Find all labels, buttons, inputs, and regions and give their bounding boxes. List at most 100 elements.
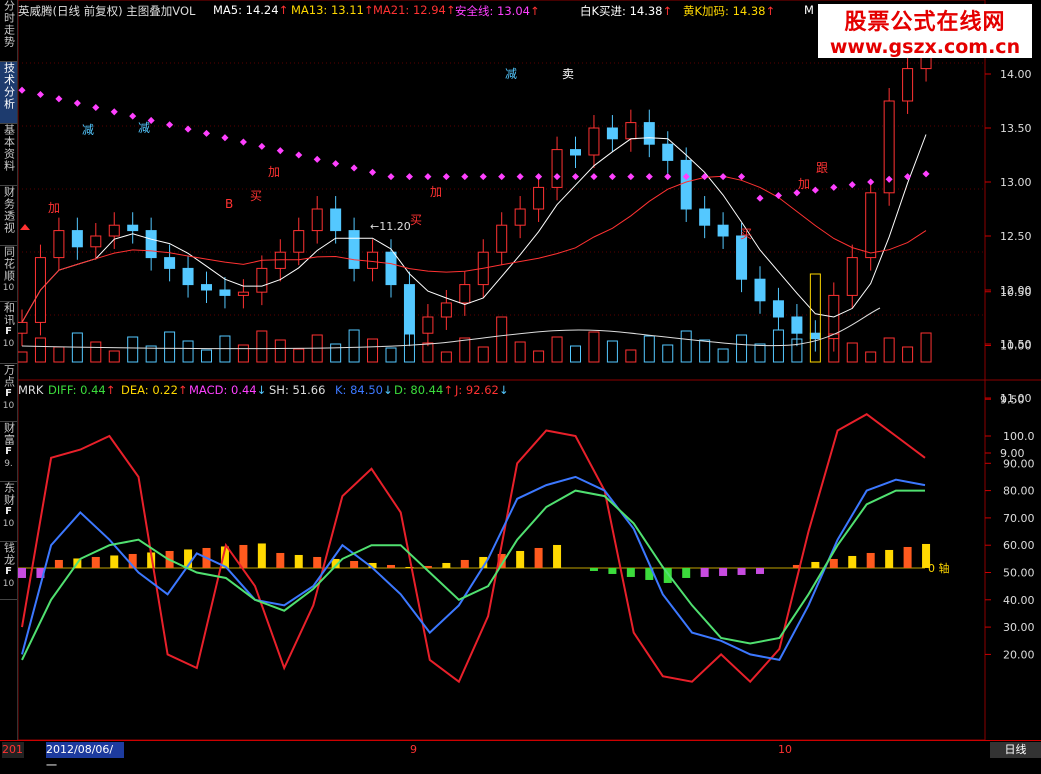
sidebar-tab-f: F bbox=[5, 326, 12, 337]
current-date-label[interactable]: 2012/08/06/一 bbox=[46, 742, 124, 772]
volume-bar bbox=[754, 343, 766, 363]
sidebar-tab-num: 10 bbox=[2, 579, 15, 589]
candle-body bbox=[237, 291, 249, 296]
sidebar-tab-5[interactable]: 和讯 F 10 bbox=[0, 302, 17, 364]
candle-body bbox=[533, 186, 545, 210]
candle-body bbox=[846, 257, 858, 296]
safe-dot bbox=[73, 99, 81, 107]
safe-dot bbox=[719, 173, 727, 181]
macd-bar bbox=[54, 559, 63, 568]
sidebar-tab-3[interactable]: 财务透视 bbox=[0, 186, 17, 246]
sidebar-tab-4[interactable]: 同花顺 10 bbox=[0, 246, 17, 302]
safe-dot bbox=[627, 173, 635, 181]
volume-bar bbox=[477, 346, 489, 363]
volume-bar bbox=[606, 340, 618, 363]
safe-dot bbox=[571, 173, 580, 181]
sidebar-tab-f: F bbox=[5, 506, 12, 517]
date-scroll-bar[interactable]: 201 2012/08/06/一 9 10 日线 bbox=[0, 740, 1041, 772]
safe-dot bbox=[350, 164, 358, 172]
candle-body bbox=[865, 192, 877, 259]
indicator-axis: 100.0 90.00 80.00 70.00 60.00 50.00 40.00 30.00… bbox=[985, 430, 1035, 661]
macd-bar bbox=[91, 556, 100, 568]
volume-bar bbox=[348, 329, 360, 363]
candle-body bbox=[588, 127, 600, 156]
sidebar-tab-2[interactable]: 基本资料 bbox=[0, 124, 17, 186]
signal-buy: 买 bbox=[410, 213, 422, 227]
macd-bar bbox=[719, 567, 728, 576]
safe-dot bbox=[590, 173, 598, 181]
watermark-title: 股票公式在线网 bbox=[844, 10, 1006, 35]
sidebar-tab-num: 9. bbox=[4, 459, 13, 469]
candle-body bbox=[108, 224, 120, 237]
safe-dot bbox=[55, 95, 63, 103]
sidebar-tab-label: 财富 bbox=[2, 422, 16, 446]
candle-body bbox=[809, 332, 821, 340]
sidebar-tab-label: 技术分析 bbox=[2, 62, 16, 110]
volume-bar bbox=[274, 339, 286, 363]
volume-bar bbox=[883, 337, 895, 363]
sidebar-tab-9[interactable]: 钱龙 F 10 bbox=[0, 542, 17, 600]
safe-dot bbox=[369, 168, 377, 176]
volume-bar bbox=[440, 351, 452, 363]
indicator-name[interactable]: MRK bbox=[18, 383, 43, 397]
volume-bar bbox=[643, 335, 655, 363]
sidebar-tab-8[interactable]: 东财 F 10 bbox=[0, 482, 17, 542]
month-9-label: 9 bbox=[410, 743, 417, 756]
j-value: J: 92.62↓ bbox=[455, 383, 509, 397]
site-watermark: 股票公式在线网 www.gszx.com.cn bbox=[818, 4, 1032, 58]
candle-body bbox=[385, 251, 397, 286]
period-button[interactable]: 日线 bbox=[990, 742, 1041, 758]
volume-bar bbox=[385, 347, 397, 363]
safe-dot bbox=[664, 173, 672, 181]
volume-bar bbox=[551, 336, 563, 363]
volume-bar bbox=[164, 331, 176, 363]
safe-dot bbox=[922, 170, 930, 178]
candle-body bbox=[367, 251, 379, 269]
safe-line-value: 安全线: 13.04↑ bbox=[455, 4, 540, 18]
volume-bar bbox=[865, 351, 877, 363]
volume-bar bbox=[53, 346, 65, 363]
sidebar-tab-6[interactable]: 万点 F 10 bbox=[0, 364, 17, 422]
macd-bar bbox=[276, 552, 285, 568]
up-arrow-icon bbox=[20, 224, 30, 230]
candle-body bbox=[293, 230, 305, 253]
candle-body bbox=[219, 289, 231, 296]
sidebar-tab-num: 10 bbox=[2, 401, 15, 411]
signal-sell: 卖 bbox=[562, 67, 574, 81]
sidebar-tab-0[interactable]: 分时走势 bbox=[0, 0, 17, 62]
safe-dot bbox=[221, 134, 229, 142]
macd-bar bbox=[257, 543, 266, 568]
ma21-line bbox=[21, 175, 927, 323]
safe-dot bbox=[166, 121, 174, 129]
candle-body bbox=[570, 149, 581, 156]
d-line bbox=[21, 489, 925, 661]
volume-bar bbox=[127, 336, 139, 363]
safe-dot bbox=[645, 173, 653, 181]
macd-bar bbox=[903, 546, 912, 568]
candle-body bbox=[440, 302, 452, 318]
year-label: 201 bbox=[2, 742, 24, 758]
sidebar-tab-f: F bbox=[5, 446, 12, 457]
safe-line-dots bbox=[18, 86, 930, 202]
candles bbox=[16, 39, 932, 352]
sidebar-tab-7[interactable]: 财富 F 9. bbox=[0, 422, 17, 482]
sidebar-tab-label: 万点 bbox=[2, 364, 16, 388]
safe-dot bbox=[202, 129, 211, 137]
chart-title[interactable]: 英威腾(日线 前复权) 主图叠加VOL bbox=[18, 3, 195, 19]
chart-area[interactable]: 14.0013.5013.0012.5012.0011.5011.0010.50… bbox=[0, 0, 1041, 740]
volume-bar bbox=[588, 331, 600, 363]
candle-body bbox=[71, 230, 83, 248]
macd-value: MACD: 0.44↓ bbox=[189, 383, 267, 397]
macd-bar bbox=[848, 555, 857, 568]
volume-bar bbox=[237, 344, 249, 363]
signal-add: 加 bbox=[268, 165, 280, 179]
candle-body bbox=[699, 208, 711, 226]
safe-dot bbox=[867, 178, 875, 186]
volume-bar bbox=[570, 345, 581, 363]
candle-body bbox=[90, 235, 102, 248]
safe-dot bbox=[442, 173, 450, 181]
candle-body bbox=[201, 284, 212, 291]
volume-bar bbox=[108, 350, 120, 363]
sidebar-tab-1[interactable]: 技术分析 bbox=[0, 62, 17, 124]
candle-body bbox=[791, 316, 803, 334]
